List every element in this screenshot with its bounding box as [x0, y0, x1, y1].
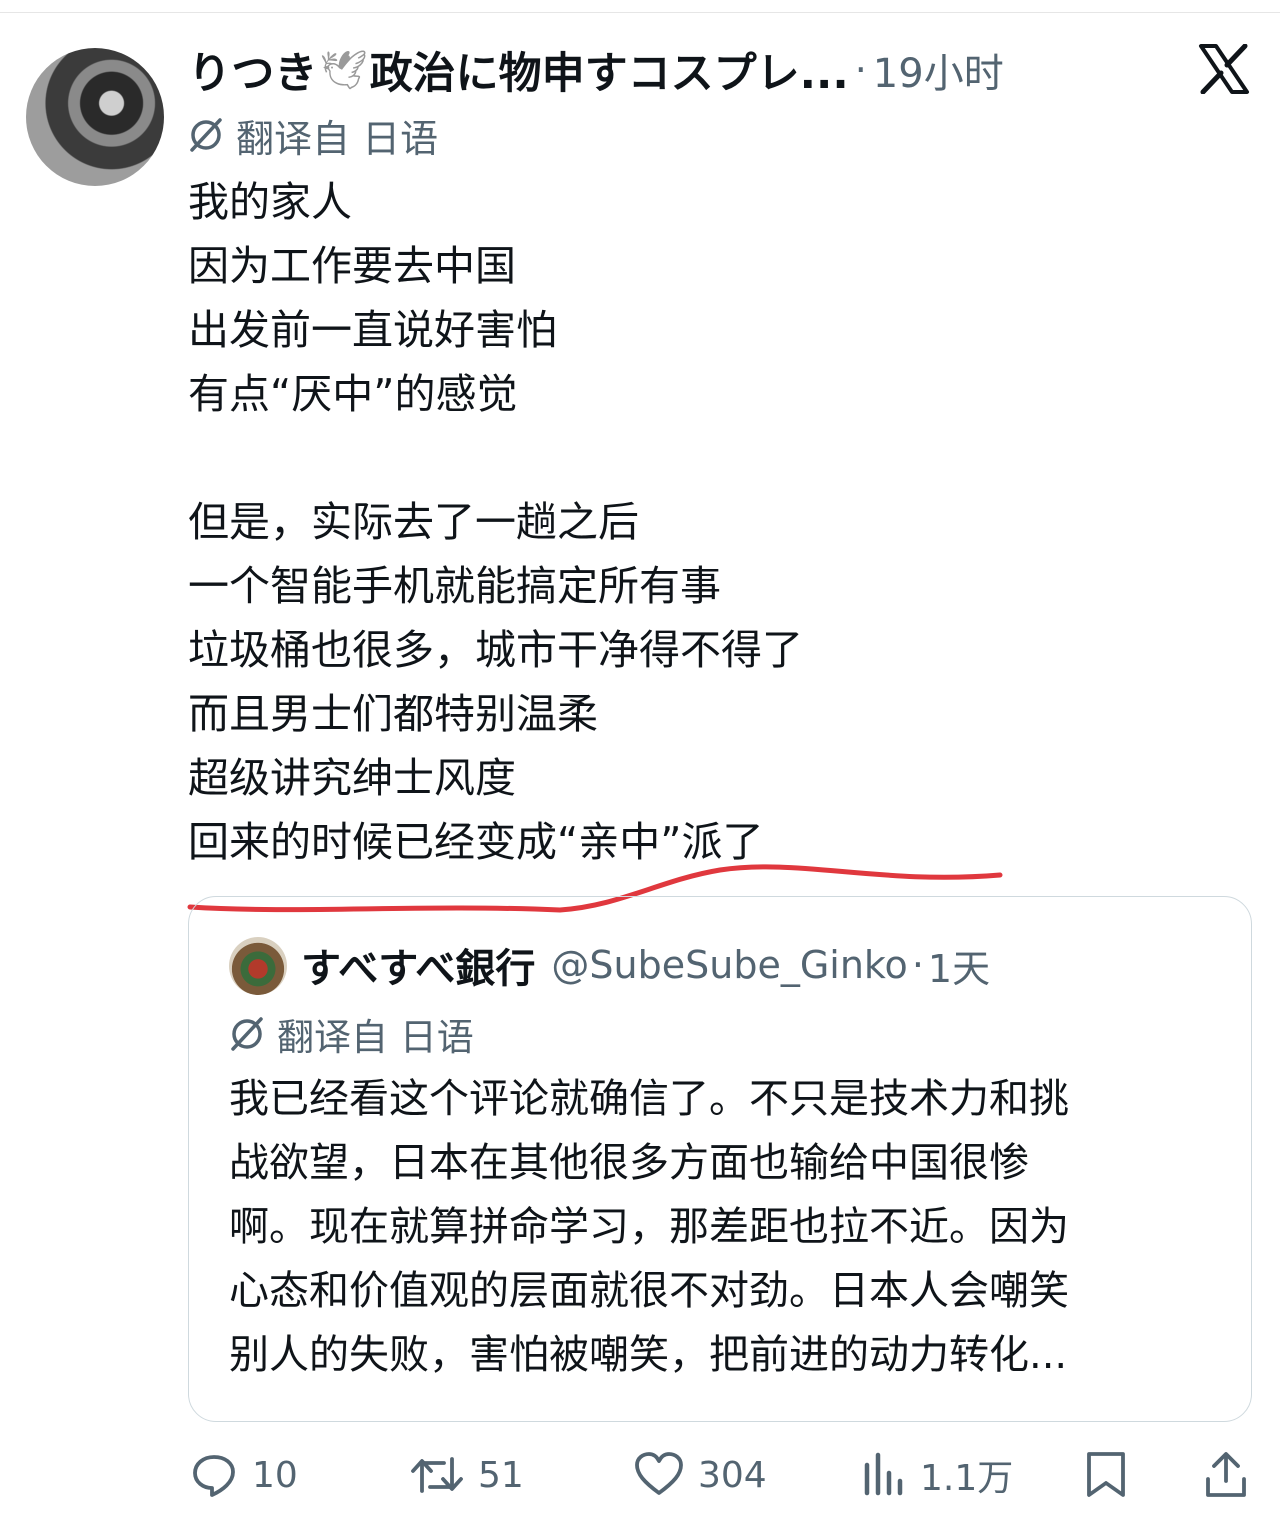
post-body-line: 出发前一直说好害怕: [188, 306, 557, 354]
reply-button[interactable]: 10: [190, 1440, 298, 1510]
share-upload-icon: [1206, 1452, 1246, 1497]
post-timestamp[interactable]: 19小时: [873, 41, 1004, 99]
translation-label: 翻译自 日语: [236, 116, 439, 161]
quoted-body-line: 心态和价值观的层面就很不对劲。日本人会嘲笑: [229, 1268, 1069, 1314]
post-header: りつき 🕊 政治に物申すコスプレ... · 19小时: [188, 38, 1188, 102]
header-separator: ·: [854, 48, 867, 92]
bookmark-button[interactable]: [1084, 1440, 1128, 1510]
post-body-line: 超级讲究绅士风度: [188, 754, 516, 802]
post-body-line: 回来的时候已经变成“亲中”派了: [188, 818, 764, 866]
quoted-post-header: すべすべ銀行 @SubeSube_Ginko · 1天: [301, 933, 990, 997]
quoted-author-display-name[interactable]: すべすべ銀行: [301, 936, 535, 994]
post-body-line: 有点“厌中”的感觉: [188, 370, 518, 418]
quoted-translation-notice[interactable]: 翻译自 日语: [229, 1011, 474, 1059]
reply-count: 10: [252, 1454, 298, 1496]
translate-globe-icon: [231, 1017, 263, 1051]
like-button[interactable]: 304: [634, 1440, 767, 1510]
views-button[interactable]: 1.1万: [862, 1440, 1013, 1510]
reply-bubble-icon: [193, 1455, 235, 1497]
post-body: 我的家人 因为工作要去中国 出发前一直说好害怕 有点“厌中”的感觉 但是，实际去…: [188, 170, 803, 874]
bookmark-icon: [1087, 1452, 1125, 1497]
quoted-author-handle[interactable]: @SubeSube_Ginko: [551, 943, 907, 987]
author-display-name[interactable]: りつき: [188, 39, 317, 101]
top-divider: [0, 12, 1280, 13]
post-body-line: 而且男士们都特别温柔: [188, 690, 598, 738]
quoted-body-line: 啊。现在就算拼命学习，那差距也拉不近。因为: [229, 1204, 1069, 1250]
share-button[interactable]: [1204, 1440, 1248, 1510]
quoted-translation-label: 翻译自 日语: [277, 1016, 474, 1059]
quoted-post-timestamp[interactable]: 1天: [928, 938, 990, 993]
post-body-line: 因为工作要去中国: [188, 242, 516, 290]
post-body-line: [188, 426, 803, 490]
quoted-body-line: 别人的失败，害怕被嘲笑，把前进的动力转化...: [229, 1332, 1068, 1378]
quoted-post-body: 我已经看这个评论就确信了。不只是技术力和挑 战欲望，日本在其他很多方面也输给中国…: [229, 1067, 1069, 1387]
post-body-line: 我的家人: [188, 178, 352, 226]
views-bar-chart-icon: [864, 1452, 903, 1496]
post-body-line: 但是，实际去了一趟之后: [188, 498, 639, 546]
translation-notice[interactable]: 翻译自 日语: [188, 112, 438, 161]
repost-arrows-icon: [411, 1457, 463, 1493]
dove-emoji-icon: 🕊: [319, 47, 368, 92]
repost-button[interactable]: 51: [410, 1440, 524, 1510]
x-logo-icon[interactable]: [1198, 44, 1250, 94]
repost-count: 51: [478, 1454, 524, 1496]
translate-globe-icon: [190, 118, 222, 152]
author-display-name-suffix[interactable]: 政治に物申すコスプレ...: [370, 39, 849, 101]
view-count: 1.1万: [920, 1458, 1014, 1499]
quoted-body-line: 战欲望，日本在其他很多方面也输给中国很惨: [229, 1140, 1029, 1186]
quoted-body-line: 我已经看这个评论就确信了。不只是技术力和挑: [229, 1076, 1069, 1122]
like-count: 304: [698, 1454, 767, 1496]
quoted-header-separator: ·: [911, 943, 924, 987]
author-avatar[interactable]: [26, 48, 164, 186]
quoted-post-card[interactable]: すべすべ銀行 @SubeSube_Ginko · 1天 翻译自 日语 我已经看这…: [188, 896, 1252, 1422]
heart-icon: [635, 1452, 683, 1495]
quoted-author-avatar[interactable]: [229, 937, 287, 995]
action-bar: 10 51 304 1.1万: [0, 1440, 1280, 1510]
post-body-line: 垃圾桶也很多，城市干净得不得了: [188, 626, 803, 674]
post-body-line: 一个智能手机就能搞定所有事: [188, 562, 721, 610]
